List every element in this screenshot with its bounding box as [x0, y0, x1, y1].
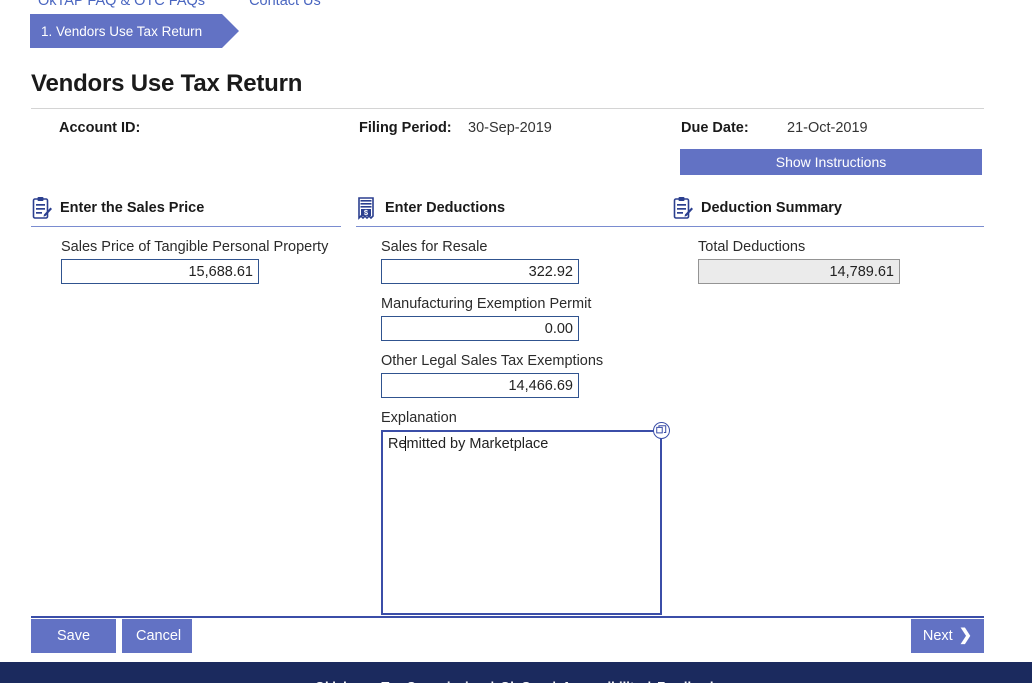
action-bar-divider — [31, 616, 984, 618]
section-sales-price-title: Enter the Sales Price — [60, 200, 205, 216]
section-deductions-title: Enter Deductions — [385, 200, 506, 216]
explanation-wrapper — [381, 422, 670, 620]
field-explanation-label: Explanation — [381, 410, 457, 426]
other-legal-sales-tax-exemptions-input[interactable] — [381, 373, 579, 398]
expand-window-icon[interactable] — [653, 422, 670, 439]
filing-period-label: Filing Period: — [359, 120, 452, 136]
due-date-label: Due Date: — [681, 120, 749, 136]
section-deduction-summary: Deduction Summary Total Deductions — [672, 196, 984, 284]
clipboard-pen-icon — [31, 196, 53, 220]
nav-link-contact-us[interactable]: Contact Us — [249, 0, 321, 9]
page-root: OkTAP FAQ & OTC FAQs Contact Us 1. Vendo… — [0, 0, 1032, 683]
field-other-legal-sales-tax-exemptions-label: Other Legal Sales Tax Exemptions — [381, 353, 604, 369]
due-date-value: 21-Oct-2019 — [787, 120, 868, 136]
account-id-label: Account ID: — [59, 120, 141, 136]
text-caret — [405, 436, 406, 451]
title-divider — [31, 108, 984, 109]
step-item-label: 1. Vendors Use Tax Return — [41, 23, 203, 39]
section-deductions-header: $ Enter Deductions — [356, 196, 681, 227]
chevron-right-icon: ❯ — [958, 627, 973, 644]
field-total-deductions-label: Total Deductions — [698, 239, 806, 255]
clipboard-pen-summary-icon — [672, 196, 694, 220]
nav-link-oktap-faq[interactable]: OkTAP FAQ & OTC FAQs — [38, 0, 205, 9]
return-info-row: Account ID: Filing Period: 30-Sep-2019 D… — [0, 120, 1032, 146]
field-total-deductions: Total Deductions — [698, 239, 984, 284]
section-deduction-summary-title: Deduction Summary — [701, 200, 842, 216]
next-button-label: Next — [922, 628, 953, 644]
field-sales-price-tangible: Sales Price of Tangible Personal Propert… — [61, 239, 341, 284]
total-deductions-input — [698, 259, 900, 284]
manufacturing-exemption-permit-input[interactable] — [381, 316, 579, 341]
field-manufacturing-exemption-permit: Manufacturing Exemption Permit — [381, 296, 681, 341]
show-instructions-button[interactable]: Show Instructions — [680, 149, 982, 175]
utility-nav: OkTAP FAQ & OTC FAQs Contact Us — [0, 0, 1032, 11]
field-explanation: Explanation — [381, 410, 681, 620]
field-sales-for-resale: Sales for Resale — [381, 239, 681, 284]
field-manufacturing-exemption-permit-label: Manufacturing Exemption Permit — [381, 296, 592, 312]
footer-link-ok-gov[interactable]: Ok.Gov — [500, 679, 546, 683]
footer-separator-1: | — [490, 679, 494, 683]
step-breadcrumb: 1. Vendors Use Tax Return — [30, 14, 240, 48]
next-button[interactable]: Next ❯ — [911, 619, 984, 653]
filing-period-value: 30-Sep-2019 — [468, 120, 552, 136]
sales-price-tangible-input[interactable] — [61, 259, 259, 284]
field-sales-for-resale-label: Sales for Resale — [381, 239, 488, 255]
receipt-dollar-icon: $ — [356, 196, 378, 220]
explanation-textarea[interactable] — [381, 430, 662, 615]
save-draft-button[interactable]: Save Draft — [31, 619, 116, 678]
section-deduction-summary-header: Deduction Summary — [672, 196, 984, 227]
section-sales-price-header: Enter the Sales Price — [31, 196, 341, 227]
field-other-legal-sales-tax-exemptions: Other Legal Sales Tax Exemptions — [381, 353, 681, 398]
footer-separator-2: | — [552, 679, 556, 683]
sales-for-resale-input[interactable] — [381, 259, 579, 284]
footer-link-accessibility[interactable]: Accessibility — [562, 679, 642, 683]
page-title: Vendors Use Tax Return — [31, 70, 303, 97]
site-footer: Oklahoma Tax Commission | Ok.Gov | Acces… — [0, 662, 1032, 683]
footer-separator-3: | — [647, 679, 651, 683]
section-sales-price: Enter the Sales Price Sales Price of Tan… — [31, 196, 341, 284]
footer-link-oklahoma-tax-commission[interactable]: Oklahoma Tax Commission — [315, 679, 485, 683]
footer-link-feedback[interactable]: Feedback — [657, 679, 717, 683]
field-sales-price-tangible-label: Sales Price of Tangible Personal Propert… — [61, 239, 329, 255]
section-deductions: $ Enter Deductions Sales for Resale Manu… — [356, 196, 681, 620]
cancel-button[interactable]: Cancel — [122, 619, 192, 653]
step-item-vendors-use-tax-return[interactable]: 1. Vendors Use Tax Return — [30, 14, 240, 48]
footer-links: Oklahoma Tax Commission | Ok.Gov | Acces… — [0, 662, 1032, 683]
